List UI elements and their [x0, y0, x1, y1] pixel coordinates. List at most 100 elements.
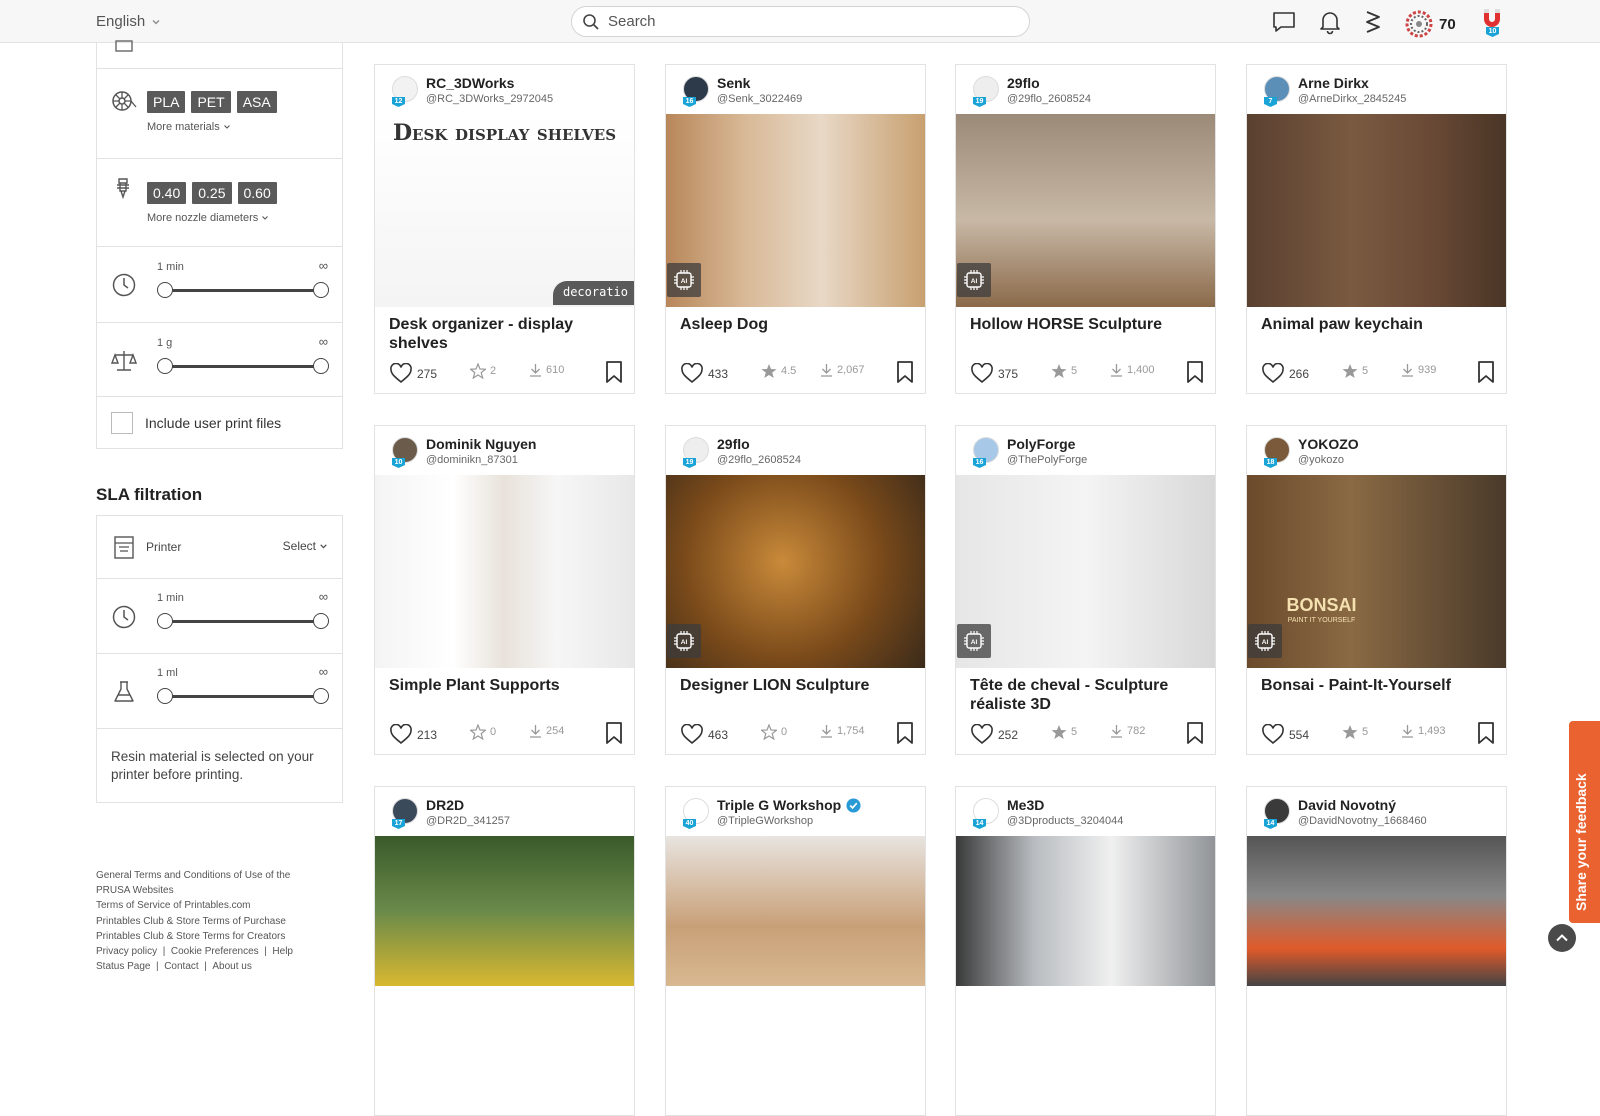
author-name[interactable]: RC_3DWorks	[426, 75, 514, 91]
bookmark-icon[interactable]	[1476, 360, 1496, 384]
bookmark-icon[interactable]	[1476, 721, 1496, 745]
avatar[interactable]: 17	[392, 798, 418, 829]
model-thumbnail[interactable]: AI	[956, 114, 1215, 307]
like-button[interactable]: 266	[1261, 363, 1309, 384]
search-box[interactable]	[571, 6, 1030, 37]
avatar[interactable]: 18	[1264, 437, 1290, 468]
avatar[interactable]: 7	[1264, 76, 1290, 107]
slider-min-handle[interactable]	[157, 613, 173, 629]
model-card[interactable]: 17 DR2D @DR2D_341257	[374, 786, 635, 1116]
material-chip-asa[interactable]: ASA	[236, 91, 277, 113]
model-title[interactable]: Simple Plant Supports	[389, 676, 624, 695]
author-name[interactable]: PolyForge	[1007, 436, 1075, 452]
model-thumbnail[interactable]: AI	[956, 475, 1215, 668]
like-button[interactable]: 433	[680, 363, 728, 384]
footer-link-contact[interactable]: Contact	[164, 961, 198, 972]
author-name[interactable]: Dominik Nguyen	[426, 436, 536, 452]
footer-link-tos[interactable]: Terms of Service of Printables.com	[96, 898, 326, 913]
model-card[interactable]: 14 David Novotný @DavidNovotny_1668460	[1246, 786, 1507, 1116]
footer-link-cookies[interactable]: Cookie Preferences	[171, 946, 259, 957]
model-title[interactable]: Animal paw keychain	[1261, 315, 1496, 334]
avatar[interactable]: 16	[973, 437, 999, 468]
footer-link-creators[interactable]: Printables Club & Store Terms for Creato…	[96, 929, 326, 944]
slider-min-handle[interactable]	[157, 358, 173, 374]
search-input[interactable]	[608, 13, 988, 30]
print-time-slider[interactable]	[157, 282, 329, 298]
bookmark-icon[interactable]	[895, 360, 915, 384]
model-card[interactable]: 19 29flo @29flo_2608524 AI Hollow HORSE Scul…	[955, 64, 1216, 394]
language-selector[interactable]: English	[96, 13, 161, 30]
author-name[interactable]: Arne Dirkx	[1298, 75, 1369, 91]
avatar[interactable]: 40	[683, 798, 709, 829]
avatar[interactable]: 16	[683, 76, 709, 107]
user-avatar[interactable]: 10	[1481, 7, 1507, 37]
author-name[interactable]: Senk	[717, 75, 750, 91]
footer-link-about[interactable]: About us	[212, 961, 251, 972]
avatar[interactable]: 10	[392, 437, 418, 468]
nozzle-chip-060[interactable]: 0.60	[237, 182, 277, 204]
bookmark-icon[interactable]	[604, 721, 624, 745]
footer-link-purchase[interactable]: Printables Club & Store Terms of Purchas…	[96, 914, 326, 929]
slider-max-handle[interactable]	[313, 358, 329, 374]
sla-time-slider[interactable]	[157, 613, 329, 629]
weight-slider[interactable]	[157, 358, 329, 374]
slider-min-handle[interactable]	[157, 688, 173, 704]
slider-max-handle[interactable]	[313, 688, 329, 704]
model-title[interactable]: Bonsai - Paint-It-Yourself	[1261, 676, 1496, 695]
slider-max-handle[interactable]	[313, 613, 329, 629]
include-user-prints-row[interactable]: Include user print files	[97, 396, 342, 448]
model-card[interactable]: 40 Triple G Workshop @TripleGWorkshop	[665, 786, 926, 1116]
model-thumbnail[interactable]: BONSAI PAINT IT YOURSELF AI	[1247, 475, 1506, 668]
like-button[interactable]: 213	[389, 724, 437, 745]
more-materials-link[interactable]: More materials	[147, 121, 283, 133]
model-thumbnail[interactable]	[375, 836, 634, 986]
model-thumbnail[interactable]	[1247, 836, 1506, 986]
model-thumbnail[interactable]	[956, 836, 1215, 986]
avatar[interactable]: 14	[973, 798, 999, 829]
bookmark-icon[interactable]	[604, 360, 624, 384]
model-thumbnail[interactable]: Desk display shelves decoratio	[375, 114, 634, 307]
like-button[interactable]: 554	[1261, 724, 1309, 745]
model-thumbnail[interactable]	[1247, 114, 1506, 307]
more-nozzles-link[interactable]: More nozzle diameters	[147, 212, 283, 224]
model-title[interactable]: Hollow HORSE Sculpture	[970, 315, 1205, 334]
footer-link-terms[interactable]: General Terms and Conditions of Use of t…	[96, 868, 326, 898]
model-card[interactable]: 16 PolyForge @ThePolyForge AI Tête de cheval…	[955, 425, 1216, 755]
model-thumbnail[interactable]	[666, 836, 925, 986]
model-card[interactable]: 16 Senk @Senk_3022469 AI Asleep Dog 433 4.5 2,0…	[665, 64, 926, 394]
model-title[interactable]: Desk organizer - display shelves	[389, 315, 624, 353]
slider-min-handle[interactable]	[157, 282, 173, 298]
avatar[interactable]: 14	[1264, 798, 1290, 829]
bookmark-icon[interactable]	[895, 721, 915, 745]
model-card[interactable]: 7 Arne Dirkx @ArneDirkx_2845245 Animal paw …	[1246, 64, 1507, 394]
model-title[interactable]: Tête de cheval - Sculpture réaliste 3D	[970, 676, 1205, 714]
model-card[interactable]: 14 Me3D @3Dproducts_3204044	[955, 786, 1216, 1116]
like-button[interactable]: 252	[970, 724, 1018, 745]
model-card[interactable]: 18 YOKOZO @yokozo BONSAI PAINT IT YOURSELF AI…	[1246, 425, 1507, 755]
like-button[interactable]: 463	[680, 724, 728, 745]
author-name[interactable]: David Novotný	[1298, 797, 1396, 813]
bookmark-icon[interactable]	[1185, 360, 1205, 384]
slider-max-handle[interactable]	[313, 282, 329, 298]
printables-logo-icon[interactable]	[1360, 9, 1386, 35]
include-user-prints-checkbox[interactable]	[111, 412, 133, 434]
author-name[interactable]: Triple G Workshop	[717, 797, 861, 813]
model-title[interactable]: Asleep Dog	[680, 315, 915, 334]
footer-link-help[interactable]: Help	[272, 946, 293, 957]
avatar[interactable]: 12	[392, 76, 418, 107]
model-card[interactable]: 12 RC_3DWorks @RC_3DWorks_2972045 Desk disp…	[374, 64, 635, 394]
model-thumbnail[interactable]	[375, 475, 634, 668]
model-card[interactable]: 19 29flo @29flo_2608524 AI Designer LION Scu…	[665, 425, 926, 755]
points-counter[interactable]: 70	[1405, 10, 1456, 38]
author-name[interactable]: YOKOZO	[1298, 436, 1359, 452]
scroll-to-top-button[interactable]	[1548, 924, 1576, 952]
feedback-tab[interactable]: Share your feedback	[1569, 721, 1600, 923]
like-button[interactable]: 275	[389, 363, 437, 384]
bell-icon[interactable]	[1317, 9, 1343, 35]
bookmark-icon[interactable]	[1185, 721, 1205, 745]
model-card[interactable]: 10 Dominik Nguyen @dominikn_87301 Simple Pl…	[374, 425, 635, 755]
avatar[interactable]: 19	[973, 76, 999, 107]
nozzle-chip-025[interactable]: 0.25	[192, 182, 232, 204]
material-chip-pet[interactable]: PET	[191, 91, 231, 113]
model-thumbnail[interactable]: AI	[666, 475, 925, 668]
